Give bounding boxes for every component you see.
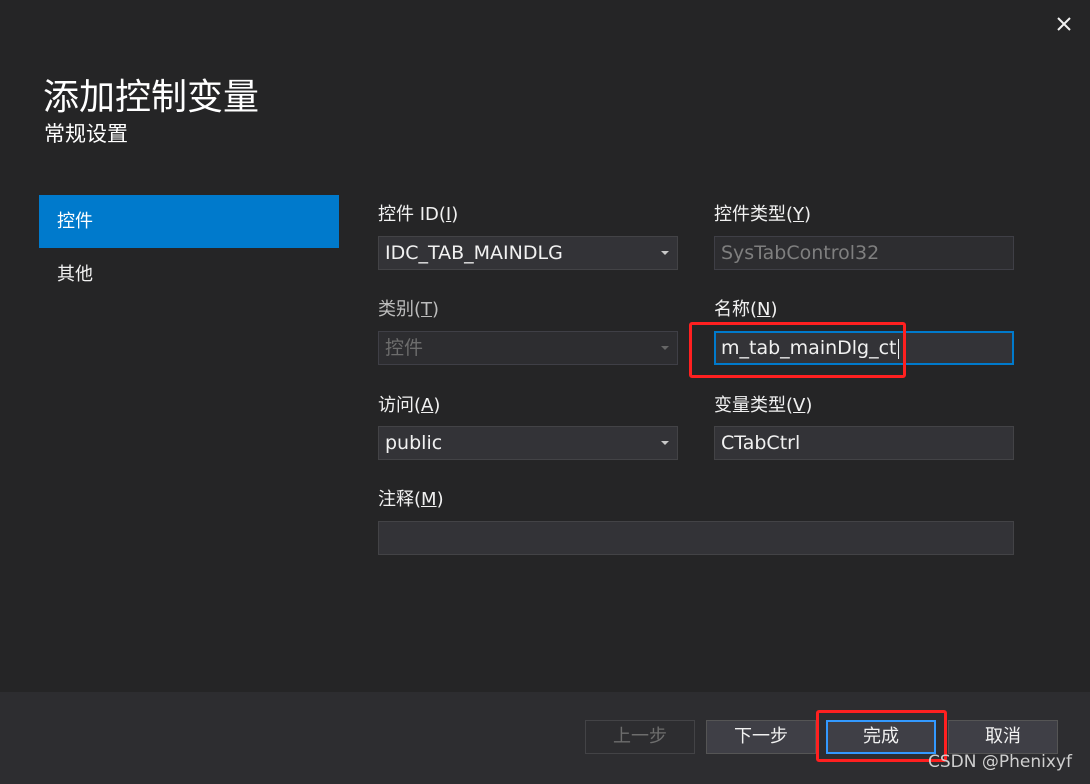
close-button[interactable]	[1048, 8, 1080, 40]
dialog-title: 添加控制变量	[43, 77, 260, 118]
nav-item-control[interactable]: 控件	[39, 195, 339, 248]
name-value: m_tab_mainDlg_ct	[721, 337, 897, 359]
previous-button: 上一步	[585, 720, 695, 754]
control-type-value: SysTabControl32	[721, 242, 880, 264]
variable-type-input[interactable]: CTabCtrl	[714, 426, 1014, 460]
control-id-label: 控件 ID(I)	[378, 204, 459, 225]
nav-item-other[interactable]: 其他	[39, 248, 339, 301]
chevron-down-icon	[661, 441, 669, 445]
name-label: 名称(N)	[714, 299, 778, 320]
cancel-button[interactable]: 取消	[948, 720, 1058, 754]
variable-type-label: 变量类型(V)	[714, 395, 813, 416]
access-label: 访问(A)	[378, 395, 441, 416]
add-control-variable-dialog: 添加控制变量 常规设置 控件 其他 控件 ID(I) IDC_TAB_MAIND…	[0, 0, 1090, 784]
name-input[interactable]: m_tab_mainDlg_ct	[714, 331, 1014, 365]
close-icon	[1057, 17, 1071, 31]
finish-button[interactable]: 完成	[826, 720, 936, 754]
access-value: public	[385, 432, 443, 454]
control-id-dropdown[interactable]: IDC_TAB_MAINDLG	[378, 236, 678, 270]
chevron-down-icon	[661, 251, 669, 255]
access-dropdown[interactable]: public	[378, 426, 678, 460]
control-id-value: IDC_TAB_MAINDLG	[385, 242, 563, 264]
next-button[interactable]: 下一步	[706, 720, 816, 754]
control-type-label: 控件类型(Y)	[714, 204, 812, 225]
comment-input[interactable]	[378, 521, 1014, 555]
category-dropdown: 控件	[378, 331, 678, 365]
category-label: 类别(T)	[378, 299, 440, 320]
text-cursor	[897, 338, 899, 359]
watermark: CSDN @Phenixyf	[928, 752, 1072, 772]
control-type-field: SysTabControl32	[714, 236, 1014, 270]
comment-label: 注释(M)	[378, 489, 444, 510]
dialog-subtitle: 常规设置	[44, 122, 128, 146]
settings-nav: 控件 其他	[39, 195, 339, 301]
variable-type-value: CTabCtrl	[721, 432, 801, 454]
category-value: 控件	[385, 337, 424, 359]
chevron-down-icon	[661, 346, 669, 350]
